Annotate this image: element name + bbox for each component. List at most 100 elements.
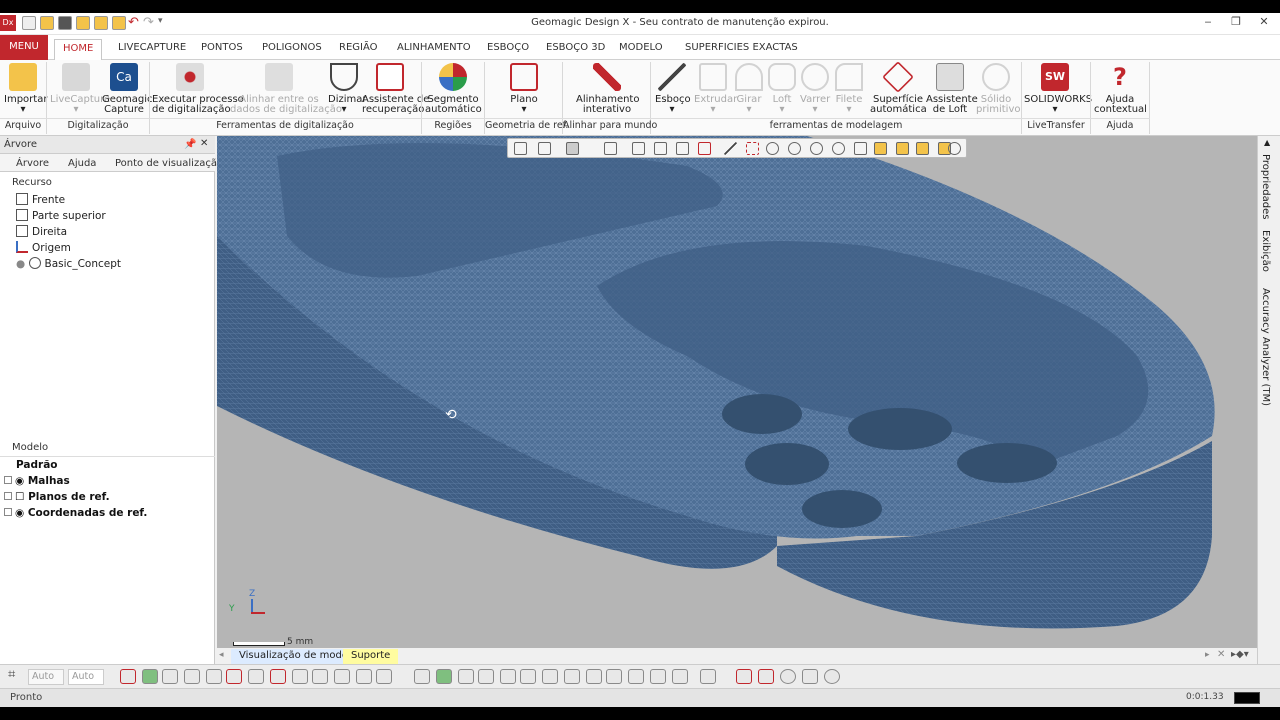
pin-point-icon[interactable] (802, 669, 818, 684)
sketch-button[interactable]: Esboço ▾ (655, 63, 691, 115)
paint-select-icon[interactable] (854, 142, 867, 155)
tree-item-direita[interactable]: Direita (16, 225, 67, 238)
selection-filter-icon-6[interactable] (520, 669, 536, 684)
selection-filter-icon-13[interactable] (672, 669, 688, 684)
tree-item-parte-superior[interactable]: Parte superior (16, 209, 106, 222)
tree-item-origem[interactable]: Origem (16, 241, 71, 254)
mesh-display-icon-4[interactable] (184, 669, 200, 684)
auto-surface-button[interactable]: Superfície automática (870, 61, 927, 115)
auto-select-1[interactable]: Auto (28, 669, 64, 685)
selection-filter-icon-1[interactable] (414, 669, 430, 684)
selection-filter-icon-10[interactable] (606, 669, 622, 684)
mesh-display-icon-3[interactable] (162, 669, 178, 684)
tab-esboco-3d[interactable]: ESBOÇO 3D (538, 39, 613, 60)
interactive-align-button[interactable]: Alinhamento interativo (576, 63, 639, 115)
mesh-display-icon-13[interactable] (376, 669, 392, 684)
auto-select-2[interactable]: Auto (68, 669, 104, 685)
flood-select-icon[interactable] (896, 142, 909, 155)
mesh-display-icon-9[interactable] (292, 669, 308, 684)
tab-propriedades[interactable]: Propriedades (1260, 154, 1271, 219)
mesh-model[interactable] (217, 136, 1257, 648)
loft-wizard-button[interactable]: Assistente de Loft (926, 63, 978, 115)
scroll-up-icon[interactable]: ▲ (1264, 138, 1270, 147)
selection-filter-icon-3[interactable] (458, 669, 474, 684)
sphere-icon[interactable] (824, 669, 840, 684)
pin-icon[interactable]: 📌 (184, 139, 196, 150)
align-scan-button[interactable]: Alinhar entre os dados de digitalização (230, 63, 342, 115)
extrude-button[interactable]: Extrudar ▾ (694, 63, 737, 115)
render-mode-icon[interactable] (566, 142, 579, 155)
tree-item-frente[interactable]: Frente (16, 193, 65, 206)
selection-filter-icon-9[interactable] (586, 669, 602, 684)
visibility-icon[interactable]: ◉ (15, 507, 24, 519)
minimize-icon[interactable]: ‒ (1198, 15, 1218, 31)
auto-segment-button[interactable]: Segmento automático (425, 63, 482, 115)
scan-process-button[interactable]: Executar processo de digitalização (152, 63, 244, 115)
revolve-button[interactable]: Girar ▾ (734, 63, 764, 115)
mesh-display-icon-5[interactable] (206, 669, 222, 684)
tab-regiao[interactable]: REGIÃO (331, 39, 386, 60)
expand-icon[interactable] (4, 492, 12, 500)
tab-modelo[interactable]: MODELO (611, 39, 671, 60)
view-side-icon[interactable] (676, 142, 689, 155)
tab-exibicao[interactable]: Exibição (1260, 230, 1271, 272)
selection-filter-icon-4[interactable] (478, 669, 494, 684)
livecapture-button[interactable]: LiveCapture ▾ (50, 63, 110, 115)
rect-select-icon[interactable] (746, 142, 759, 155)
tab-poligonos[interactable]: POLIGONOS (254, 39, 330, 60)
contextual-help-button[interactable]: ? Ajuda contextual (1094, 63, 1147, 115)
mesh-display-icon-1[interactable] (120, 669, 136, 684)
target-icon[interactable] (780, 669, 796, 684)
crop-select-icon[interactable]: ⌗ (8, 667, 24, 682)
tab-ponto-visualizacao[interactable]: Ponto de visualização (115, 158, 223, 169)
model-item-coordenadas-ref[interactable]: ◉ Coordenadas de ref. (4, 507, 147, 519)
visibility-icon[interactable]: ◉ (15, 475, 24, 487)
mesh-display-icon-12[interactable] (356, 669, 372, 684)
lasso-select-icon[interactable] (810, 142, 823, 155)
mesh-display-icon-8[interactable] (270, 669, 286, 684)
copy-icon[interactable] (700, 669, 716, 684)
selection-filter-icon-5[interactable] (500, 669, 516, 684)
mesh-display-icon-7[interactable] (248, 669, 264, 684)
import-button[interactable]: Importar ▾ (4, 63, 47, 115)
solidworks-button[interactable]: SW SOLIDWORKS ▾ (1024, 63, 1092, 115)
scroll-right-icon[interactable]: ▸ (1205, 650, 1210, 660)
fillet-button[interactable]: Filete ▾ (834, 63, 864, 115)
view-box-icon[interactable] (604, 142, 617, 155)
3d-viewport[interactable]: ⟲ Z Y 5 mm (217, 136, 1257, 648)
line-select-icon[interactable] (724, 142, 737, 155)
selection-filter-icon-11[interactable] (628, 669, 644, 684)
plane-button[interactable]: Plano ▾ (500, 63, 548, 115)
tab-pontos[interactable]: PONTOS (193, 39, 251, 60)
loft-button[interactable]: Loft ▾ (768, 63, 796, 115)
region-select-icon[interactable] (916, 142, 929, 155)
brush-select-icon[interactable] (832, 142, 845, 155)
tab-suporte[interactable]: Suporte (343, 649, 399, 664)
scroll-left-icon[interactable]: ◂ (219, 650, 224, 660)
visibility-checkbox-icon[interactable]: ☐ (15, 491, 24, 503)
extend-select-icon[interactable] (874, 142, 887, 155)
solid-primitive-button[interactable]: Sólido primitivo (976, 63, 1021, 115)
view-front-icon[interactable] (632, 142, 645, 155)
selection-filter-icon-8[interactable] (564, 669, 580, 684)
tab-alinhamento[interactable]: ALINHAMENTO (389, 39, 479, 60)
decimate-button[interactable]: Dizimar ▾ (328, 63, 367, 115)
selection-filter-icon-2[interactable] (436, 669, 452, 684)
circle-select-icon[interactable] (766, 142, 779, 155)
restore-icon[interactable]: ❐ (1226, 15, 1246, 31)
mesh-display-icon-6[interactable] (226, 669, 242, 684)
measure-icon[interactable] (736, 669, 752, 684)
default-item[interactable]: Padrão (16, 459, 58, 471)
tab-ajuda[interactable]: Ajuda (68, 158, 96, 169)
visibility-icon[interactable] (948, 142, 961, 155)
tab-livecapture[interactable]: LIVECAPTURE (110, 39, 194, 60)
tab-esboco[interactable]: ESBOÇO (479, 39, 537, 60)
selection-filter-icon-7[interactable] (542, 669, 558, 684)
view-top-icon[interactable] (698, 142, 711, 155)
tree-item-basic-concept[interactable]: ● Basic_Concept (16, 257, 121, 270)
view-back-icon[interactable] (654, 142, 667, 155)
close-view-icon[interactable]: ✕ (1217, 649, 1225, 660)
geomagic-capture-button[interactable]: Ca Geomagic Capture (102, 63, 153, 115)
ruler-icon[interactable] (758, 669, 774, 684)
close-icon[interactable]: ✕ (1254, 15, 1274, 31)
